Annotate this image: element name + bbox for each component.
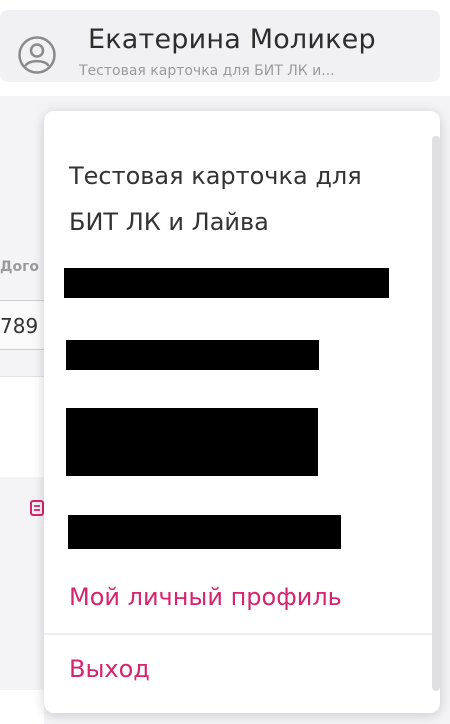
menu-scrollbar[interactable] bbox=[432, 136, 440, 691]
user-circle-icon bbox=[18, 36, 56, 74]
user-name: Екатерина Моликер bbox=[88, 24, 376, 55]
menu-divider bbox=[44, 633, 432, 635]
redacted-block bbox=[68, 515, 341, 549]
my-profile-link[interactable]: Мой личный профиль bbox=[69, 583, 342, 611]
contract-field-label: Дого bbox=[0, 259, 40, 275]
app-window: Екатерина Моликер Тестовая карточка для … bbox=[0, 0, 450, 724]
user-dropdown-menu: Тестовая карточка для БИТ ЛК и Лайва Мой… bbox=[44, 111, 440, 713]
user-subtitle: Тестовая карточка для БИТ ЛК и... bbox=[79, 63, 335, 79]
document-icon[interactable] bbox=[30, 500, 44, 516]
account-title: Тестовая карточка для БИТ ЛК и Лайва bbox=[69, 162, 362, 236]
background-section bbox=[0, 377, 44, 477]
redacted-block bbox=[66, 408, 318, 476]
redacted-block bbox=[66, 340, 319, 370]
logout-link[interactable]: Выход bbox=[69, 655, 150, 683]
redacted-block bbox=[64, 268, 389, 298]
user-menu-button[interactable]: Екатерина Моликер Тестовая карточка для … bbox=[0, 10, 440, 82]
contract-field-value: 789 bbox=[0, 314, 39, 338]
background-footer bbox=[0, 690, 44, 724]
